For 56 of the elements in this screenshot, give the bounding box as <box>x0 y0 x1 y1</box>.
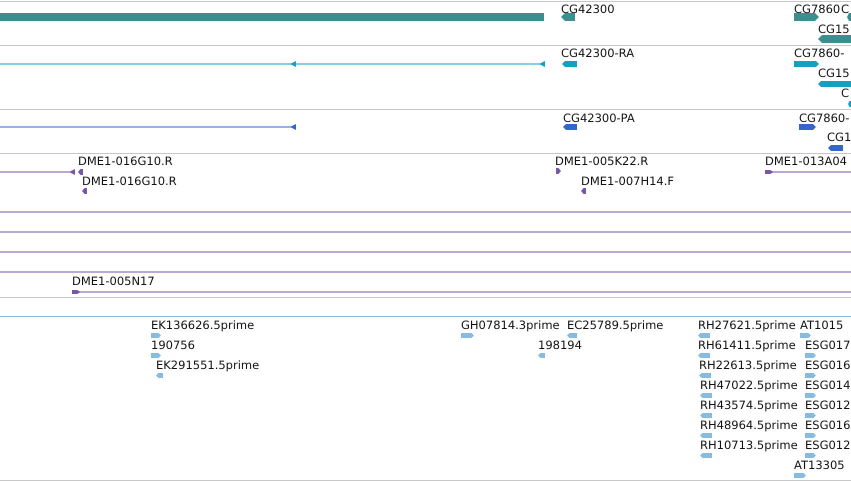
feature-line[interactable] <box>0 209 851 215</box>
feature-label: DME1-016G10.R <box>82 174 177 188</box>
feature-label: AT1015 <box>800 318 844 332</box>
feature-arrow-line[interactable] <box>72 289 851 295</box>
feature-label: ESG016 <box>805 418 850 432</box>
feature-label: RH10713.5prime <box>700 438 798 452</box>
feature-arrow[interactable] <box>581 188 586 194</box>
feature-line[interactable] <box>0 229 851 235</box>
feature-arrow[interactable] <box>78 169 83 175</box>
feature-line[interactable] <box>0 269 851 275</box>
feature-label: ESG012 <box>805 438 850 452</box>
feature-label: CG1 <box>827 130 851 144</box>
feature-label: CG15 <box>818 66 850 80</box>
feature-label: CG7860- <box>799 111 850 125</box>
feature-label: RH27621.5prime <box>698 318 796 332</box>
feature-arrow[interactable] <box>848 101 851 107</box>
feature-label: DME1-016G10.R <box>78 154 173 168</box>
feature-label: DME1-005N17 <box>72 274 155 288</box>
feature-label: RH47022.5prime <box>700 378 798 392</box>
feature-label: DME1-013A04 <box>765 154 847 168</box>
feature-label: DME1-007H14.F <box>581 174 674 188</box>
feature-label: 198194 <box>538 338 582 352</box>
feature-label: DME1-005K22.R <box>555 154 648 168</box>
feature-label: RH61411.5prime <box>698 338 796 352</box>
feature-arrow[interactable] <box>561 13 575 21</box>
feature-label: 190756 <box>151 338 195 352</box>
feature-arrow[interactable] <box>818 35 851 43</box>
feature-label: EK291551.5prime <box>156 358 260 372</box>
feature-label: ESG016 <box>805 358 850 372</box>
feature-label: EC25789.5prime <box>567 318 664 332</box>
feature-line[interactable] <box>0 249 851 255</box>
feature-label: CG42300-RA <box>561 46 634 60</box>
feature-label: CG42300-PA <box>563 111 635 125</box>
feature-label: RH22613.5prime <box>699 358 797 372</box>
feature-arrow[interactable] <box>794 13 819 21</box>
feature-label: RH48964.5prime <box>700 418 798 432</box>
feature-arrow-line[interactable] <box>0 124 296 130</box>
feature-label: CG42300 <box>561 2 615 16</box>
feature-label: AT13305 <box>794 458 845 472</box>
feature-label: RH43574.5prime <box>700 398 798 412</box>
feature-label: ESG014 <box>805 378 850 392</box>
feature-label: CG15 <box>818 22 850 36</box>
feature-label: ESG017 <box>805 338 850 352</box>
feature-label: CG7860- <box>794 46 844 60</box>
feature-label: ESG012 <box>805 398 850 412</box>
feature-arrow-line[interactable] <box>0 61 296 67</box>
feature-label: C <box>841 86 850 100</box>
feature-arrow[interactable] <box>82 188 87 194</box>
feature-label: CG7860 <box>794 2 840 16</box>
feature-arrow[interactable] <box>556 168 561 174</box>
feature-arrow-line[interactable] <box>765 169 851 175</box>
feature-label: GH07814.3prime <box>461 318 560 332</box>
feature-arrow-line[interactable] <box>0 169 75 175</box>
feature-label: C <box>841 2 850 16</box>
feature-arrow[interactable] <box>847 13 851 21</box>
feature-label: EK136626.5prime <box>151 318 254 332</box>
